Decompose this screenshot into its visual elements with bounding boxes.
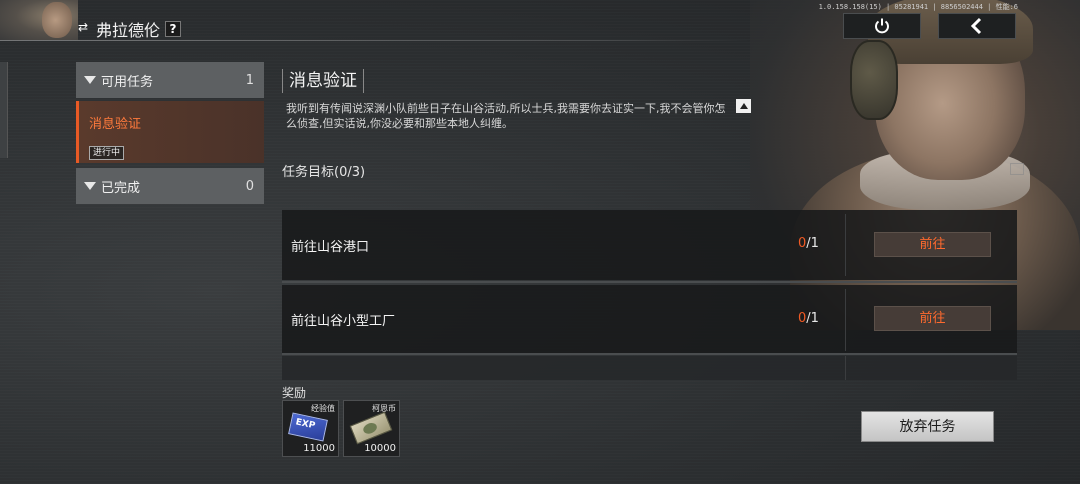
npc-name: 弗拉德伦 [96, 21, 161, 40]
category-completed-count: 0 [245, 178, 254, 194]
objective-progress-total: /1 [806, 236, 819, 251]
chevron-down-icon [84, 76, 96, 84]
exp-card-icon: EXP [288, 412, 328, 442]
status-readout: 1.0.158.158(15) | 05281941 | 8856502444 … [818, 3, 1018, 11]
objective-name: 前往山谷小型工厂 [291, 314, 396, 329]
go-button[interactable]: 前往 [874, 232, 991, 257]
cash-icon [349, 411, 393, 445]
swap-icon[interactable]: ⇄ [78, 20, 92, 34]
chevron-down-icon [84, 182, 96, 190]
top-divider [0, 40, 750, 41]
reward-amount: 11000 [303, 443, 335, 454]
collapse-button[interactable] [736, 99, 751, 113]
left-edge-tab[interactable] [0, 62, 8, 158]
row-divider [282, 281, 1017, 283]
reward-item-exp[interactable]: 经验值 EXP 11000 [282, 400, 339, 457]
objective-row-partial [282, 356, 1017, 380]
back-arrow-icon [970, 17, 982, 35]
npc-avatar [0, 0, 78, 40]
reward-name: 经验值 [311, 404, 335, 413]
task-status-badge: 进行中 [89, 146, 125, 160]
chevron-up-icon [739, 103, 748, 109]
row-divider [282, 353, 1017, 355]
row-separator [845, 214, 846, 276]
power-icon [875, 18, 889, 34]
reward-item-currency[interactable]: 柯恩币 10000 [343, 400, 400, 457]
objective-row: 前往山谷港口 0/1 前往 [282, 210, 1017, 280]
abandon-quest-button[interactable]: 放弃任务 [861, 411, 994, 442]
objective-progress-total: /1 [806, 311, 819, 326]
category-available-count: 1 [245, 72, 254, 88]
task-item-name: 消息验证 [89, 117, 142, 132]
back-button[interactable] [938, 13, 1016, 39]
top-bar: ⇄ 弗拉德伦 ? 1.0.158.158(15) | 05281941 | 88… [0, 0, 1080, 42]
power-button[interactable] [843, 13, 921, 39]
row-separator [845, 356, 846, 380]
objective-row: 前往山谷小型工厂 0/1 前往 [282, 285, 1017, 355]
category-completed[interactable]: 已完成 0 [76, 168, 264, 204]
objective-progress: 0/1 [798, 311, 819, 326]
rewards-label: 奖励 [282, 386, 307, 400]
avatar-face [42, 2, 72, 38]
headset-icon [850, 40, 898, 120]
go-button[interactable]: 前往 [874, 306, 991, 331]
task-item-active[interactable]: 消息验证 进行中 [76, 101, 264, 163]
category-completed-label: 已完成 [101, 180, 141, 196]
objectives-label: 任务目标(0/3) [282, 165, 366, 180]
minimize-icon[interactable] [1010, 163, 1024, 175]
category-available-label: 可用任务 [101, 74, 154, 90]
quest-description: 我听到有传闻说深渊小队前些日子在山谷活动,所以士兵,我需要你去证实一下,我不会管… [286, 102, 726, 130]
reward-amount: 10000 [364, 443, 396, 454]
objective-progress: 0/1 [798, 236, 819, 251]
help-button[interactable]: ? [165, 21, 181, 37]
category-available[interactable]: 可用任务 1 [76, 62, 264, 98]
quest-title: 消息验证 [282, 69, 364, 93]
objective-name: 前往山谷港口 [291, 240, 370, 255]
row-separator [845, 289, 846, 351]
